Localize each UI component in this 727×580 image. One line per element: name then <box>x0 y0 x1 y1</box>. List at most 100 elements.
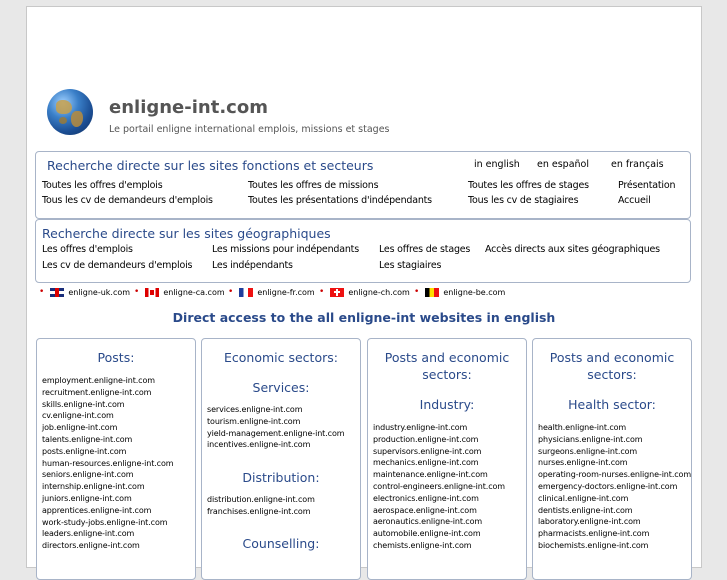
list-item[interactable]: maintenance.enligne-int.com <box>373 469 505 481</box>
counselling-heading: Counselling: <box>242 536 320 551</box>
list-item[interactable]: emergency-doctors.enligne-int.com <box>538 481 691 493</box>
list-item[interactable]: yield-management.enligne-int.com <box>207 428 345 440</box>
list-item[interactable]: apprentices.enligne-int.com <box>42 505 173 517</box>
economic-sectors-column: Economic sectors: Services: services.enl… <box>201 338 361 580</box>
list-item[interactable]: biochemists.enligne-int.com <box>538 540 691 552</box>
list-item[interactable]: pharmacists.enligne-int.com <box>538 528 691 540</box>
services-heading: Services: <box>252 380 310 395</box>
country-link-ch[interactable]: • enligne-ch.com <box>319 287 410 297</box>
list-item[interactable]: industry.enligne-int.com <box>373 422 505 434</box>
list-item[interactable]: supervisors.enligne-int.com <box>373 446 505 458</box>
list-item[interactable]: incentives.enligne-int.com <box>207 439 344 451</box>
list-item[interactable]: nurses.enligne-int.com <box>538 457 691 469</box>
all-job-offers-link[interactable]: Toutes les offres d'emplois <box>42 180 163 191</box>
list-item[interactable]: cv.enligne-int.com <box>42 410 173 422</box>
country-sites-row: • enligne-uk.com • enligne-ca.com • enligne… <box>39 287 679 301</box>
list-item[interactable]: work-study-jobs.enligne-int.com <box>42 517 173 529</box>
all-jobseeker-cv-link[interactable]: Tous les cv de demandeurs d'emplois <box>42 195 213 206</box>
list-item[interactable]: physicians.enligne-int.com <box>538 434 691 446</box>
list-item[interactable]: control-engineers.enligne-int.com <box>373 481 505 493</box>
all-mission-offers-link[interactable]: Toutes les offres de missions <box>248 180 379 191</box>
list-item[interactable]: human-resources.enligne-int.com <box>42 458 174 470</box>
health-subheading: Health sector: <box>568 397 656 412</box>
geo-job-offers-link[interactable]: Les offres d'emplois <box>42 244 133 255</box>
all-internship-offers-link[interactable]: Toutes les offres de stages <box>468 180 589 191</box>
list-item[interactable]: operating-room-nurses.enligne-int.com <box>538 469 691 481</box>
list-item[interactable]: automobile.enligne-int.com <box>373 528 505 540</box>
list-item[interactable]: surgeons.enligne-int.com <box>538 446 691 458</box>
services-link-list: services.enligne-int.com tourism.enligne… <box>207 404 345 451</box>
canada-flag-icon <box>145 287 160 297</box>
list-item[interactable]: employment.enligne-int.com <box>42 375 173 387</box>
belgium-flag-icon <box>425 287 440 297</box>
page-container: enligne-int.com Le portail enligne inter… <box>26 6 702 580</box>
uk-flag-icon <box>50 287 65 297</box>
list-item[interactable]: laboratory.enligne-int.com <box>538 516 691 528</box>
list-item[interactable]: franchises.enligne-int.com <box>207 506 315 518</box>
list-item[interactable]: posts.enligne-int.com <box>42 446 173 458</box>
list-item[interactable]: health.enligne-int.com <box>538 422 691 434</box>
country-link-ca[interactable]: • enligne-ca.com <box>134 287 225 297</box>
posts-link-list: employment.enligne-int.com recruitment.e… <box>42 375 174 552</box>
geo-interns-link[interactable]: Les stagiaires <box>379 260 441 271</box>
list-item[interactable]: chemists.enligne-int.com <box>373 540 505 552</box>
geo-freelancers-link[interactable]: Les indépendants <box>212 260 293 271</box>
health-link-list: health.enligne-int.com physicians.enlign… <box>538 422 691 552</box>
list-item[interactable]: skills.enligne-int.com <box>42 399 173 411</box>
list-item[interactable]: juniors.enligne-int.com <box>42 493 173 505</box>
list-item[interactable]: internship.enligne-int.com <box>42 481 173 493</box>
functions-panel-title: Recherche directe sur les sites fonction… <box>47 158 374 173</box>
industry-heading-line2: sectors: <box>422 367 472 382</box>
list-item[interactable]: seniors.enligne-int.com <box>42 469 173 481</box>
presentation-link[interactable]: Présentation <box>618 180 675 191</box>
geo-jobseeker-cv-link[interactable]: Les cv de demandeurs d'emplois <box>42 260 192 271</box>
health-heading-line2: sectors: <box>587 367 637 382</box>
functions-search-panel: Recherche directe sur les sites fonction… <box>35 151 691 219</box>
industry-heading-line1: Posts and economic <box>384 350 510 365</box>
geo-internships-link[interactable]: Les offres de stages <box>379 244 470 255</box>
country-link-uk[interactable]: • enligne-uk.com <box>39 287 130 297</box>
list-item[interactable]: tourism.enligne-int.com <box>207 416 344 428</box>
site-subtitle: Le portail enligne international emplois… <box>109 124 390 135</box>
industry-column: Posts and economic sectors: Industry: in… <box>367 338 527 580</box>
economic-heading: Economic sectors: <box>224 350 338 365</box>
country-link-be[interactable]: • enligne-be.com <box>414 287 505 297</box>
geo-missions-link[interactable]: Les missions pour indépendants <box>212 244 359 255</box>
list-item[interactable]: recruitment.enligne-int.com <box>42 387 173 399</box>
list-item[interactable]: distribution.enligne-int.com <box>207 494 315 506</box>
country-link-fr[interactable]: • enligne-fr.com <box>228 287 315 297</box>
posts-heading: Posts: <box>97 350 135 365</box>
health-heading-line1: Posts and economic <box>549 350 675 365</box>
geo-search-panel: Recherche directe sur les sites géograph… <box>35 219 691 283</box>
direct-access-title: Direct access to the all enligne-int web… <box>172 310 556 325</box>
list-item[interactable]: talents.enligne-int.com <box>42 434 173 446</box>
list-item[interactable]: aerospace.enligne-int.com <box>373 505 505 517</box>
all-freelancer-profiles-link[interactable]: Toutes les présentations d'indépendants <box>248 195 432 206</box>
list-item[interactable]: directors.enligne-int.com <box>42 540 173 552</box>
industry-link-list: industry.enligne-int.com production.enli… <box>373 422 505 552</box>
list-item[interactable]: job.enligne-int.com <box>42 422 173 434</box>
list-item[interactable]: mechanics.enligne-int.com <box>373 457 505 469</box>
list-item[interactable]: services.enligne-int.com <box>207 404 344 416</box>
globe-logo-icon[interactable] <box>47 89 93 135</box>
list-item[interactable]: dentists.enligne-int.com <box>538 505 691 517</box>
geo-direct-access-link[interactable]: Accès directs aux sites géographiques <box>485 244 660 255</box>
list-item[interactable]: clinical.enligne-int.com <box>538 493 691 505</box>
posts-column: Posts: employment.enligne-int.com recrui… <box>36 338 196 580</box>
distribution-link-list: distribution.enligne-int.com franchises.… <box>207 494 315 518</box>
list-item[interactable]: production.enligne-int.com <box>373 434 505 446</box>
list-item[interactable]: leaders.enligne-int.com <box>42 528 173 540</box>
lang-english-link[interactable]: in english <box>474 159 520 170</box>
lang-french-link[interactable]: en français <box>611 159 664 170</box>
france-flag-icon <box>239 287 254 297</box>
list-item[interactable]: aeronautics.enligne-int.com <box>373 516 505 528</box>
site-title[interactable]: enligne-int.com <box>109 97 268 118</box>
switzerland-flag-icon <box>330 287 345 297</box>
distribution-heading: Distribution: <box>242 470 320 485</box>
home-link[interactable]: Accueil <box>618 195 651 206</box>
industry-subheading: Industry: <box>419 397 475 412</box>
list-item[interactable]: electronics.enligne-int.com <box>373 493 505 505</box>
lang-spanish-link[interactable]: en español <box>537 159 589 170</box>
health-column: Posts and economic sectors: Health secto… <box>532 338 692 580</box>
all-intern-cv-link[interactable]: Tous les cv de stagiaires <box>468 195 579 206</box>
